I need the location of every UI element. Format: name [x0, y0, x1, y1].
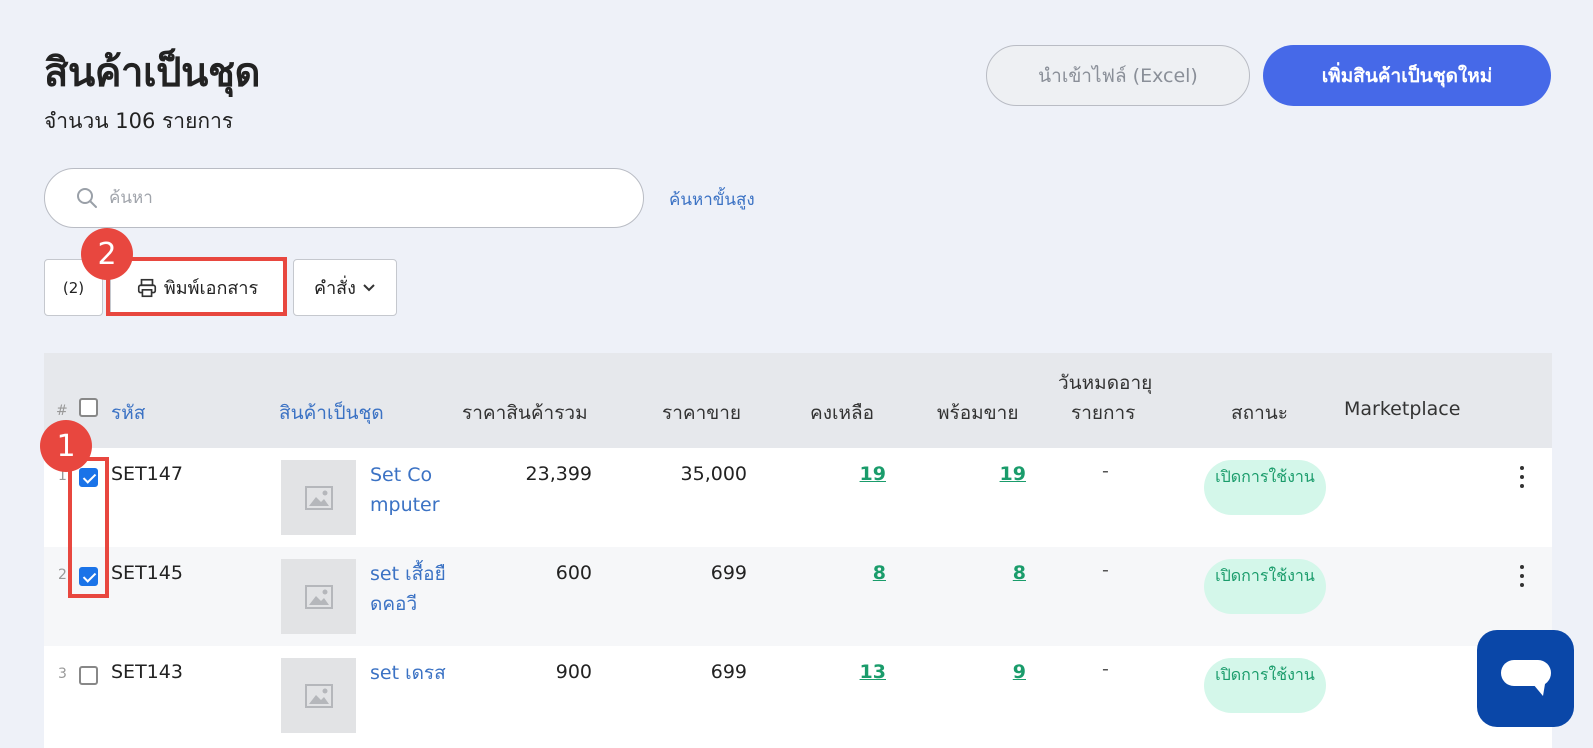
status-badge: เปิดการใช้งาน	[1204, 658, 1326, 713]
row-number: 3	[58, 666, 67, 682]
chat-widget-button[interactable]	[1477, 630, 1574, 727]
step-2-badge: 2	[81, 228, 133, 280]
col-expiry-line2: รายการ	[1071, 402, 1136, 424]
command-label: คำสั่ง	[314, 278, 356, 299]
page-title: สินค้าเป็นชุด	[44, 50, 261, 96]
item-count: จำนวน 106 รายการ	[44, 109, 234, 133]
row-sell-price: 699	[710, 661, 747, 683]
product-thumbnail	[281, 460, 356, 535]
bundle-table: # รหัส สินค้าเป็นชุด ราคาสินค้ารวม ราคาข…	[44, 353, 1552, 748]
table-row[interactable]: 2 SET145 set เสื้อยืดคอวี 600 699 8 8 - …	[44, 547, 1552, 646]
status-badge: เปิดการใช้งาน	[1204, 460, 1326, 515]
row-ready-link[interactable]: 9	[966, 661, 1026, 683]
col-sell-price: ราคาขาย	[662, 402, 742, 424]
kebab-menu-icon[interactable]	[1518, 466, 1526, 488]
row-checkbox[interactable]	[79, 468, 98, 487]
status-badge: เปิดการใช้งาน	[1204, 559, 1326, 614]
row-ready-link[interactable]: 8	[966, 562, 1026, 584]
col-ready: พร้อมขาย	[937, 402, 1019, 424]
image-placeholder-icon	[304, 485, 333, 510]
col-expiry-line1: วันหมดอายุ	[1058, 372, 1153, 394]
product-thumbnail	[281, 559, 356, 634]
col-total-price: ราคาสินค้ารวม	[462, 402, 588, 424]
import-excel-button[interactable]: นำเข้าไฟล์ (Excel)	[986, 45, 1250, 106]
col-code[interactable]: รหัส	[111, 398, 145, 428]
row-checkbox[interactable]	[79, 666, 98, 685]
product-name-link[interactable]: Set Computer	[370, 460, 448, 520]
command-dropdown-button[interactable]: คำสั่ง	[293, 259, 397, 316]
table-row[interactable]: 1 SET147 Set Computer 23,399 35,000 19 1…	[44, 448, 1552, 547]
row-code: SET147	[111, 463, 183, 485]
row-remaining-link[interactable]: 8	[826, 562, 886, 584]
row-ready-link[interactable]: 19	[966, 463, 1026, 485]
row-remaining-link[interactable]: 13	[826, 661, 886, 683]
row-code: SET145	[111, 562, 183, 584]
search-box	[44, 168, 644, 228]
print-label: พิมพ์เอกสาร	[163, 278, 259, 299]
table-header: # รหัส สินค้าเป็นชุด ราคาสินค้ารวม ราคาข…	[44, 353, 1552, 448]
select-all-checkbox[interactable]	[79, 398, 98, 417]
row-total-price: 900	[555, 661, 592, 683]
product-thumbnail	[281, 658, 356, 733]
printer-icon	[137, 278, 156, 297]
search-icon	[77, 188, 97, 208]
search-input[interactable]	[109, 181, 629, 215]
col-status: สถานะ	[1231, 402, 1288, 424]
advanced-search-link[interactable]: ค้นหาขั้นสูง	[669, 186, 755, 213]
row-sell-price: 699	[710, 562, 747, 584]
chat-icon	[1500, 659, 1551, 696]
row-expiry: -	[1102, 658, 1109, 680]
row-total-price: 600	[555, 562, 592, 584]
row-code: SET143	[111, 661, 183, 683]
col-product[interactable]: สินค้าเป็นชุด	[279, 398, 384, 428]
image-placeholder-icon	[304, 683, 333, 708]
row-number: 2	[58, 567, 67, 583]
product-name-link[interactable]: set เดรส	[370, 658, 448, 688]
row-expiry: -	[1102, 460, 1109, 482]
chevron-down-icon	[363, 283, 375, 291]
col-remaining: คงเหลือ	[810, 402, 875, 424]
row-expiry: -	[1102, 559, 1109, 581]
step-1-badge: 1	[40, 420, 92, 472]
product-name-link[interactable]: set เสื้อยืดคอวี	[370, 559, 448, 619]
table-row[interactable]: 3 SET143 set เดรส 900 699 13 9 - เปิดการ…	[44, 646, 1552, 745]
col-hash: #	[56, 403, 68, 419]
col-marketplace: Marketplace	[1344, 398, 1461, 420]
row-sell-price: 35,000	[680, 463, 747, 485]
kebab-menu-icon[interactable]	[1518, 565, 1526, 587]
row-checkbox[interactable]	[79, 567, 98, 586]
row-remaining-link[interactable]: 19	[826, 463, 886, 485]
add-bundle-button[interactable]: เพิ่มสินค้าเป็นชุดใหม่	[1263, 45, 1551, 106]
image-placeholder-icon	[304, 584, 333, 609]
print-documents-button[interactable]: พิมพ์เอกสาร	[110, 259, 284, 316]
row-total-price: 23,399	[525, 463, 592, 485]
